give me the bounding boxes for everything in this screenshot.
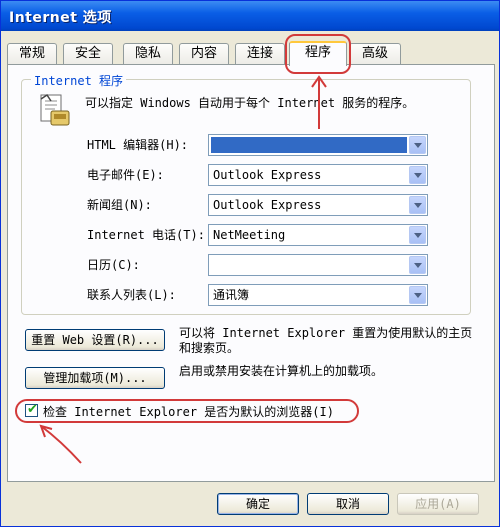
tab-general[interactable]: 常规 [7,43,57,65]
calendar-value [211,257,407,273]
window-title: Internet 选项 [9,10,112,26]
internet-call-label: Internet 电话(T): [87,228,205,242]
email-value: Outlook Express [213,168,322,182]
addons-description: 启用或禁用安装在计算机上的加载项。 [179,364,384,378]
cancel-button[interactable]: 取消 [307,493,389,515]
chevron-down-icon[interactable] [409,166,426,184]
programs-description: 可以指定 Windows 自动用于每个 Internet 服务的程序。 [85,96,415,110]
tab-strip: 常规 安全 隐私 内容 连接 程序 高级 [7,41,497,66]
title-bar[interactable]: Internet 选项 [1,1,499,31]
html-editor-label: HTML 编辑器(H): [87,138,189,152]
chevron-down-icon[interactable] [409,196,426,214]
contact-list-label: 联系人列表(L): [87,288,176,302]
newsgroups-value: Outlook Express [213,198,322,212]
calendar-select[interactable] [208,254,428,276]
html-editor-value [211,137,407,153]
programs-icon [37,93,73,129]
tab-security[interactable]: 安全 [63,43,113,65]
reset-web-settings-button[interactable]: 重置 Web 设置(R)... [25,329,165,351]
chevron-down-icon[interactable] [409,226,426,244]
email-label: 电子邮件(E): [87,168,164,182]
tab-privacy[interactable]: 隐私 [123,43,173,65]
internet-call-value: NetMeeting [213,228,286,242]
annotation-checkbox-highlight [15,399,359,423]
calendar-label: 日历(C): [87,258,140,272]
internet-call-select[interactable]: NetMeeting [208,224,428,246]
html-editor-select[interactable] [208,134,428,156]
newsgroups-label: 新闻组(N): [87,198,152,212]
tab-connections[interactable]: 连接 [235,43,285,65]
manage-addons-button[interactable]: 管理加载项(M)... [25,367,165,389]
contact-list-select[interactable]: 通讯簿 [208,284,428,306]
tab-content[interactable]: 内容 [179,43,229,65]
tab-programs[interactable]: 程序 [289,41,347,66]
chevron-down-icon[interactable] [409,136,426,154]
group-label: Internet 程序 [31,72,127,89]
contact-list-value: 通讯簿 [213,288,250,302]
internet-options-dialog: Internet 选项 常规 安全 隐私 内容 连接 程序 高级 Interne… [0,0,500,527]
email-select[interactable]: Outlook Express [208,164,428,186]
tab-advanced[interactable]: 高级 [349,43,401,65]
chevron-down-icon[interactable] [409,256,426,274]
apply-button[interactable]: 应用(A) [397,493,479,515]
newsgroups-select[interactable]: Outlook Express [208,194,428,216]
chevron-down-icon[interactable] [409,286,426,304]
ok-button[interactable]: 确定 [217,493,299,515]
reset-description: 可以将 Internet Explorer 重置为使用默认的主页和搜索页。 [179,326,473,355]
